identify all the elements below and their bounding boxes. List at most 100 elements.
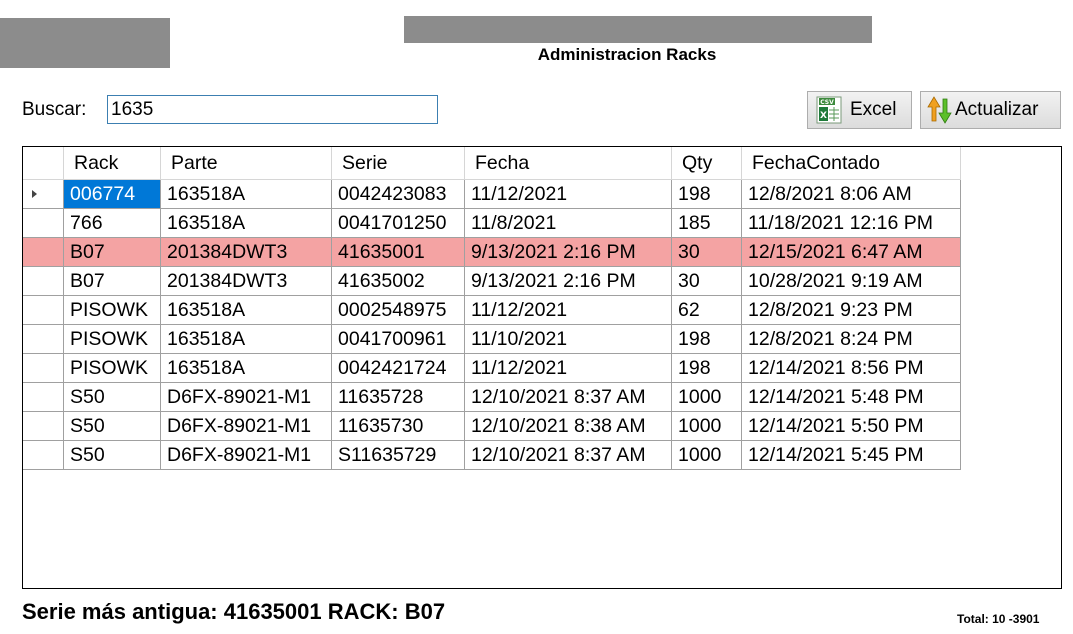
- table-cell[interactable]: PISOWK: [63, 324, 161, 354]
- table-cell[interactable]: D6FX-89021-M1: [160, 411, 332, 441]
- table-cell[interactable]: 201384DWT3: [160, 266, 332, 296]
- table-cell[interactable]: 12/14/2021 5:50 PM: [741, 411, 961, 441]
- table-cell[interactable]: 0041701250: [331, 208, 465, 238]
- table-cell[interactable]: 0002548975: [331, 295, 465, 325]
- table-row[interactable]: PISOWK 163518A 0041700961 11/10/2021 198 12/8…: [23, 324, 961, 354]
- table-cell[interactable]: 1000: [671, 411, 742, 441]
- table-cell[interactable]: PISOWK: [63, 353, 161, 383]
- table-cell[interactable]: 11/12/2021: [464, 353, 672, 383]
- table-cell[interactable]: 12/10/2021 8:37 AM: [464, 440, 672, 470]
- table-cell[interactable]: 12/8/2021 9:23 PM: [741, 295, 961, 325]
- table-cell[interactable]: 41635001: [331, 237, 465, 267]
- table-cell[interactable]: B07: [63, 237, 161, 267]
- table-cell[interactable]: 163518A: [160, 295, 332, 325]
- table-cell[interactable]: 198: [671, 179, 742, 209]
- row-header[interactable]: [23, 237, 64, 267]
- table-cell[interactable]: 11/10/2021: [464, 324, 672, 354]
- table-cell[interactable]: S50: [63, 382, 161, 412]
- column-header-qty[interactable]: Qty: [671, 147, 742, 180]
- table-cell[interactable]: 163518A: [160, 179, 332, 209]
- table-cell[interactable]: 30: [671, 266, 742, 296]
- table-row[interactable]: S50 D6FX-89021-M1 11635730 12/10/2021 8:38 …: [23, 411, 961, 441]
- table-cell[interactable]: 10/28/2021 9:19 AM: [741, 266, 961, 296]
- table-cell[interactable]: 11/12/2021: [464, 295, 672, 325]
- header-banner: [404, 16, 872, 43]
- table-cell[interactable]: 30: [671, 237, 742, 267]
- total-count: Total: 10 -3901: [957, 612, 1040, 626]
- table-cell[interactable]: 1000: [671, 440, 742, 470]
- table-row[interactable]: B07 201384DWT3 41635001 9/13/2021 2:16 PM 30…: [23, 237, 961, 267]
- table-row[interactable]: PISOWK 163518A 0002548975 11/12/2021 62 12/8/…: [23, 295, 961, 325]
- table-cell[interactable]: 006774: [63, 179, 161, 209]
- search-input[interactable]: [107, 95, 438, 124]
- table-cell[interactable]: S50: [63, 411, 161, 441]
- row-header[interactable]: [23, 179, 64, 209]
- table-row[interactable]: B07 201384DWT3 41635002 9/13/2021 2:16 PM 30…: [23, 266, 961, 296]
- table-cell[interactable]: 163518A: [160, 208, 332, 238]
- racks-table: Rack Parte Serie Fecha Qty FechaContado …: [23, 147, 961, 470]
- table-row[interactable]: 766 163518A 0041701250 11/8/2021 185 11/18/20…: [23, 208, 961, 238]
- table-cell[interactable]: 201384DWT3: [160, 237, 332, 267]
- table-cell[interactable]: 12/10/2021 8:38 AM: [464, 411, 672, 441]
- column-header-rack[interactable]: Rack: [63, 147, 161, 180]
- row-header[interactable]: [23, 208, 64, 238]
- current-row-arrow-icon: [32, 190, 37, 198]
- refresh-button[interactable]: Actualizar: [920, 91, 1061, 129]
- row-header[interactable]: [23, 324, 64, 354]
- search-label: Buscar:: [22, 99, 87, 120]
- table-cell[interactable]: 9/13/2021 2:16 PM: [464, 266, 672, 296]
- table-cell[interactable]: 0042423083: [331, 179, 465, 209]
- svg-text:X: X: [820, 111, 827, 121]
- table-cell[interactable]: 0041700961: [331, 324, 465, 354]
- table-row[interactable]: S50 D6FX-89021-M1 11635728 12/10/2021 8:37 …: [23, 382, 961, 412]
- table-cell[interactable]: 12/10/2021 8:37 AM: [464, 382, 672, 412]
- table-cell[interactable]: 1000: [671, 382, 742, 412]
- row-header[interactable]: [23, 382, 64, 412]
- table-cell[interactable]: 163518A: [160, 324, 332, 354]
- table-cell[interactable]: 198: [671, 353, 742, 383]
- table-cell[interactable]: 766: [63, 208, 161, 238]
- table-cell[interactable]: B07: [63, 266, 161, 296]
- column-header-fecha[interactable]: Fecha: [464, 147, 672, 180]
- table-cell[interactable]: 9/13/2021 2:16 PM: [464, 237, 672, 267]
- table-cell[interactable]: D6FX-89021-M1: [160, 382, 332, 412]
- table-cell[interactable]: 12/14/2021 8:56 PM: [741, 353, 961, 383]
- table-cell[interactable]: S50: [63, 440, 161, 470]
- table-row[interactable]: 006774 163518A 0042423083 11/12/2021 198 12/8…: [23, 179, 961, 209]
- table-cell[interactable]: 62: [671, 295, 742, 325]
- excel-export-button[interactable]: CSV X Excel: [807, 91, 912, 129]
- table-cell[interactable]: 12/15/2021 6:47 AM: [741, 237, 961, 267]
- table-cell[interactable]: 198: [671, 324, 742, 354]
- table-cell[interactable]: PISOWK: [63, 295, 161, 325]
- table-cell[interactable]: 185: [671, 208, 742, 238]
- row-header[interactable]: [23, 411, 64, 441]
- table-cell[interactable]: 11/8/2021: [464, 208, 672, 238]
- up-down-arrows-icon: [927, 95, 953, 125]
- row-header[interactable]: [23, 295, 64, 325]
- table-cell[interactable]: 0042421724: [331, 353, 465, 383]
- column-header-fechacontado[interactable]: FechaContado: [741, 147, 961, 180]
- racks-data-grid[interactable]: Rack Parte Serie Fecha Qty FechaContado …: [22, 146, 1062, 589]
- column-header-serie[interactable]: Serie: [331, 147, 465, 180]
- svg-text:CSV: CSV: [820, 99, 834, 106]
- table-cell[interactable]: 11635730: [331, 411, 465, 441]
- row-header[interactable]: [23, 440, 64, 470]
- table-cell[interactable]: 11/18/2021 12:16 PM: [741, 208, 961, 238]
- table-cell[interactable]: 12/8/2021 8:24 PM: [741, 324, 961, 354]
- table-cell[interactable]: 163518A: [160, 353, 332, 383]
- table-cell[interactable]: D6FX-89021-M1: [160, 440, 332, 470]
- table-row[interactable]: PISOWK 163518A 0042421724 11/12/2021 198 12/1…: [23, 353, 961, 383]
- table-cell[interactable]: 41635002: [331, 266, 465, 296]
- row-header[interactable]: [23, 353, 64, 383]
- row-header[interactable]: [23, 266, 64, 296]
- table-cell[interactable]: 12/14/2021 5:48 PM: [741, 382, 961, 412]
- grid-header-row: Rack Parte Serie Fecha Qty FechaContado: [23, 147, 961, 180]
- column-header-parte[interactable]: Parte: [160, 147, 332, 180]
- csv-excel-icon: CSV X: [816, 96, 842, 124]
- table-row[interactable]: S50 D6FX-89021-M1 S11635729 12/10/2021 8:37…: [23, 440, 961, 470]
- table-cell[interactable]: 12/8/2021 8:06 AM: [741, 179, 961, 209]
- table-cell[interactable]: S11635729: [331, 440, 465, 470]
- table-cell[interactable]: 11635728: [331, 382, 465, 412]
- table-cell[interactable]: 12/14/2021 5:45 PM: [741, 440, 961, 470]
- table-cell[interactable]: 11/12/2021: [464, 179, 672, 209]
